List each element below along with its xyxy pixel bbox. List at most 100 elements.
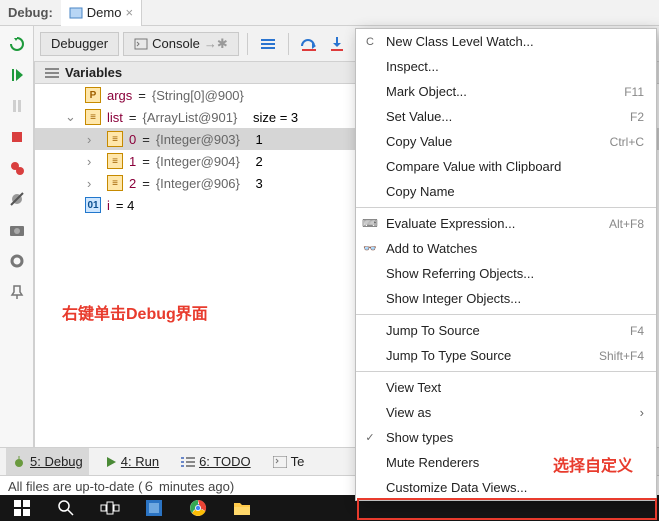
menu-item-shortcut: F11	[624, 85, 644, 99]
equals-sign: =	[142, 154, 150, 169]
session-tab-demo[interactable]: Demo ×	[61, 0, 142, 26]
step-over-icon[interactable]	[297, 32, 321, 56]
toolwin-debug-label: 5: Debug	[30, 454, 83, 469]
menu-item-shortcut: Alt+F8	[609, 217, 644, 231]
menu-item-show-types[interactable]: ✓Show types	[356, 425, 656, 450]
menu-item-show-referring-objects[interactable]: Show Referring Objects...	[356, 261, 656, 286]
var-size: size = 3	[253, 110, 298, 125]
console-tab[interactable]: Console →✱	[123, 32, 239, 56]
taskbar-app-1[interactable]	[132, 495, 176, 521]
snapshot-icon[interactable]	[7, 220, 27, 240]
menu-item-new-class-level-watch[interactable]: CNew Class Level Watch...	[356, 29, 656, 54]
menu-item-jump-to-source[interactable]: Jump To SourceF4	[356, 318, 656, 343]
field-icon: ≡	[107, 131, 123, 147]
taskview-icon[interactable]	[88, 495, 132, 521]
debugger-tab[interactable]: Debugger	[40, 32, 119, 56]
stop-icon[interactable]	[7, 127, 27, 147]
debug-header: Debug: Demo ×	[0, 0, 659, 26]
var-primitive: 1	[256, 132, 263, 147]
toolwin-debug[interactable]: 5: Debug	[6, 448, 89, 476]
pin-icon[interactable]	[7, 282, 27, 302]
equals-sign: =	[142, 132, 150, 147]
toolwin-run[interactable]: 4: Run	[99, 448, 165, 476]
var-name: 0	[129, 132, 136, 147]
var-value: {String[0]@900}	[152, 88, 244, 103]
toolwin-terminal[interactable]: Te	[267, 448, 311, 476]
variables-title: Variables	[65, 65, 122, 80]
toolwin-run-label: 4: Run	[121, 454, 159, 469]
console-tab-label: Console	[152, 36, 200, 51]
var-value: {ArrayList@901}	[142, 110, 237, 125]
param-icon: P	[85, 87, 101, 103]
var-value: {Integer@904}	[156, 154, 240, 169]
context-menu: CNew Class Level Watch... Inspect... Mark …	[355, 28, 657, 501]
field-icon: ≡	[107, 175, 123, 191]
expand-icon[interactable]: ›	[87, 176, 101, 191]
menu-item-show-integer-objects[interactable]: Show Integer Objects...	[356, 286, 656, 311]
menu-item-copy-name[interactable]: Copy Name	[356, 179, 656, 204]
menu-item-label: View as	[386, 405, 431, 420]
menu-item-label: Set Value...	[386, 109, 452, 124]
menu-item-view-text[interactable]: View Text	[356, 375, 656, 400]
var-value: = 4	[116, 198, 134, 213]
toolwin-todo[interactable]: 6: TODO	[175, 448, 257, 476]
show-frames-icon[interactable]	[256, 32, 280, 56]
var-name: 1	[129, 154, 136, 169]
menu-item-label: Compare Value with Clipboard	[386, 159, 561, 174]
taskbar-explorer[interactable]	[220, 495, 264, 521]
menu-item-icon: ✓	[362, 430, 378, 446]
menu-separator	[356, 207, 656, 208]
step-into-icon[interactable]	[325, 32, 349, 56]
bug-icon	[12, 455, 26, 469]
menu-item-set-value[interactable]: Set Value...F2	[356, 104, 656, 129]
menu-item-label: Evaluate Expression...	[386, 216, 515, 231]
menu-item-label: Inspect...	[386, 59, 439, 74]
menu-item-shortcut: F4	[630, 324, 644, 338]
resume-icon[interactable]	[7, 65, 27, 85]
view-breakpoints-icon[interactable]	[7, 158, 27, 178]
app-icon	[69, 6, 83, 20]
highlight-box	[357, 498, 657, 520]
console-icon	[134, 37, 148, 51]
menu-item-evaluate-expression[interactable]: ⌨ Evaluate Expression... Alt+F8	[356, 211, 656, 236]
menu-item-view-as[interactable]: View as›	[356, 400, 656, 425]
menu-item-jump-to-type-source[interactable]: Jump To Type SourceShift+F4	[356, 343, 656, 368]
menu-item-label: Show Integer Objects...	[386, 291, 521, 306]
toolwin-todo-label: 6: TODO	[199, 454, 251, 469]
console-dropdown-icon: →✱	[204, 36, 228, 52]
taskbar-chrome[interactable]	[176, 495, 220, 521]
play-icon	[105, 456, 117, 468]
mute-breakpoints-icon[interactable]	[7, 189, 27, 209]
menu-item-customize-data-views[interactable]: Customize Data Views...	[356, 475, 656, 500]
menu-item-shortcut: Ctrl+C	[610, 135, 644, 149]
menu-item-inspect[interactable]: Inspect...	[356, 54, 656, 79]
menu-item-label: Customize Data Views...	[386, 480, 527, 495]
menu-item-label: View Text	[386, 380, 441, 395]
expand-icon[interactable]: ⌄	[65, 109, 79, 125]
menu-item-icon: C	[362, 34, 378, 50]
debug-action-gutter	[0, 26, 34, 447]
settings-icon[interactable]	[7, 251, 27, 271]
equals-sign: =	[142, 176, 150, 191]
menu-item-mark-object[interactable]: Mark Object...F11	[356, 79, 656, 104]
close-icon[interactable]: ×	[125, 5, 133, 20]
var-primitive: 2	[256, 154, 263, 169]
menu-item-icon: 👓	[362, 241, 378, 257]
toolwin-terminal-label: Te	[291, 454, 305, 469]
expand-icon[interactable]: ›	[87, 132, 101, 147]
var-name: args	[107, 88, 132, 103]
var-name: i	[107, 198, 110, 213]
start-button[interactable]	[0, 495, 44, 521]
rerun-icon[interactable]	[7, 34, 27, 54]
menu-item-label: Show Referring Objects...	[386, 266, 534, 281]
search-icon[interactable]	[44, 495, 88, 521]
menu-item-copy-value[interactable]: Copy ValueCtrl+C	[356, 129, 656, 154]
menu-item-add-to-watches[interactable]: 👓Add to Watches	[356, 236, 656, 261]
menu-separator	[356, 314, 656, 315]
var-name: list	[107, 110, 123, 125]
menu-item-icon: ⌨	[362, 216, 378, 232]
var-value: {Integer@906}	[156, 176, 240, 191]
expand-icon[interactable]: ›	[87, 154, 101, 169]
pause-icon[interactable]	[7, 96, 27, 116]
menu-item-compare-value-with-clipboard[interactable]: Compare Value with Clipboard	[356, 154, 656, 179]
